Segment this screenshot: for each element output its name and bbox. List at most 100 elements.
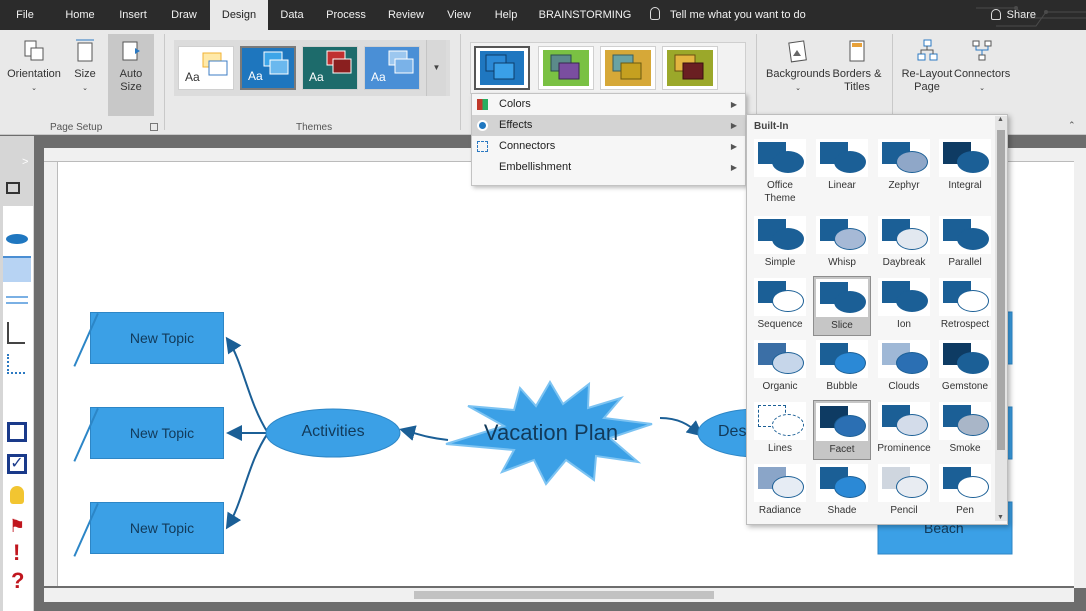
tab-help[interactable]: Help	[488, 0, 524, 30]
tab-file[interactable]: File	[8, 0, 42, 30]
stencil-oval-shape[interactable]	[6, 234, 28, 244]
theme-thumb-teal[interactable]: Aa	[302, 46, 358, 90]
menu-item-embellishment[interactable]: Embellishment ▶	[472, 157, 745, 178]
stencil-elbow-shape[interactable]	[7, 354, 25, 374]
shapes-panel: > ✓ ⚑ ! ?	[0, 136, 34, 611]
effect-option-radiance[interactable]: Radiance	[751, 462, 809, 522]
topic-box[interactable]: New Topic	[90, 502, 224, 554]
lightbulb-icon	[650, 7, 660, 20]
auto-size-button[interactable]: Auto Size	[108, 34, 154, 116]
stencil-lightbulb-icon[interactable]	[10, 486, 24, 504]
tab-review[interactable]: Review	[382, 0, 430, 30]
expand-chevron-icon[interactable]: >	[22, 156, 28, 168]
effect-option-prominence[interactable]: Prominence	[875, 400, 933, 460]
variant-thumb-green[interactable]	[538, 46, 594, 90]
stencil-exclamation-icon[interactable]: !	[13, 540, 20, 566]
stencil-question-icon[interactable]: ?	[11, 568, 24, 594]
scroll-thumb[interactable]	[414, 591, 714, 599]
size-button[interactable]: Size ⌄	[66, 38, 104, 95]
stencil-checkbox-icon[interactable]: ✓	[7, 454, 27, 474]
effect-preview-ellipse	[896, 228, 928, 250]
vertical-scrollbar[interactable]	[1074, 148, 1086, 588]
effect-option-shade[interactable]: Shade	[813, 462, 871, 522]
stencil-square-icon[interactable]	[7, 422, 27, 442]
stencil-flag-icon[interactable]: ⚑	[9, 516, 25, 537]
menu-item-connectors[interactable]: Connectors ▶	[472, 136, 745, 157]
effect-option-bubble[interactable]: Bubble	[813, 338, 871, 398]
backgrounds-icon	[788, 40, 807, 63]
effect-preview-icon	[878, 139, 930, 177]
effect-label: Lines	[768, 443, 792, 454]
scroll-down-icon[interactable]: ▼	[997, 514, 1004, 521]
connector-arrow[interactable]	[225, 432, 269, 530]
variant-thumb-blue[interactable]	[474, 46, 530, 90]
effect-option-daybreak[interactable]: Daybreak	[875, 214, 933, 274]
menu-item-effects[interactable]: Effects ▶	[472, 115, 745, 136]
tab-view[interactable]: View	[440, 0, 478, 30]
effect-label: Radiance	[758, 505, 802, 516]
connector-arrow[interactable]	[399, 425, 449, 441]
menu-item-colors[interactable]: Colors ▶	[472, 94, 745, 115]
theme-thumb-light-blue[interactable]: Aa	[364, 46, 420, 90]
effect-option-pen[interactable]: Pen	[936, 462, 994, 522]
collapse-ribbon-icon[interactable]: ⌃	[1068, 120, 1076, 131]
tab-design[interactable]: Design	[210, 0, 268, 30]
effect-option-sequence[interactable]: Sequence	[751, 276, 809, 336]
backgrounds-button[interactable]: Backgrounds ⌄	[766, 38, 830, 95]
effect-preview-ellipse	[896, 476, 928, 498]
effects-scrollbar[interactable]: ▲ ▼	[995, 116, 1007, 521]
effect-option-facet[interactable]: Facet	[813, 400, 871, 460]
connector-arrow[interactable]	[659, 417, 704, 437]
scroll-up-icon[interactable]: ▲	[997, 116, 1004, 123]
tab-brainstorming[interactable]: BRAINSTORMING	[536, 0, 634, 30]
horizontal-scrollbar[interactable]	[44, 588, 1074, 602]
separator	[460, 34, 461, 130]
tab-data[interactable]: Data	[274, 0, 310, 30]
tab-draw[interactable]: Draw	[164, 0, 204, 30]
effect-option-integral[interactable]: Integral	[936, 137, 994, 211]
effect-option-organic[interactable]: Organic	[751, 338, 809, 398]
dialog-launcher-icon[interactable]	[150, 123, 158, 131]
effect-option-simple[interactable]: Simple	[751, 214, 809, 274]
effect-option-zephyr[interactable]: Zephyr	[875, 137, 933, 211]
topic-label: New Topic	[129, 425, 195, 441]
topic-box[interactable]: New Topic	[90, 312, 224, 364]
tab-home[interactable]: Home	[58, 0, 102, 30]
effect-option-whisp[interactable]: Whisp	[813, 214, 871, 274]
stencil-lines-shape[interactable]	[6, 296, 28, 304]
scroll-thumb[interactable]	[997, 130, 1005, 450]
themes-group-label: Themes	[296, 122, 333, 133]
tab-process[interactable]: Process	[320, 0, 372, 30]
topic-box[interactable]: New Topic	[90, 407, 224, 459]
shapes-icon[interactable]	[6, 182, 20, 194]
effect-option-gemstone[interactable]: Gemstone	[936, 338, 994, 398]
effect-option-smoke[interactable]: Smoke	[936, 400, 994, 460]
effect-option-office-theme[interactable]: Office Theme	[751, 137, 809, 211]
theme-preview-icon: Aa	[371, 50, 414, 84]
effect-option-lines[interactable]: Lines	[751, 400, 809, 460]
effect-preview-ellipse	[896, 414, 928, 436]
effect-label: Slice	[831, 320, 853, 331]
effect-preview-icon	[754, 464, 806, 502]
stencil-connector-shape[interactable]	[7, 322, 25, 344]
gallery-more-button[interactable]: ▼	[426, 40, 446, 96]
theme-thumb-office[interactable]: Aa	[178, 46, 234, 90]
effect-option-clouds[interactable]: Clouds	[875, 338, 933, 398]
tell-me-search[interactable]: Tell me what you want to do	[650, 0, 806, 30]
variant-thumb-olive[interactable]	[662, 46, 718, 90]
effect-option-retrospect[interactable]: Retrospect	[936, 276, 994, 336]
effect-option-parallel[interactable]: Parallel	[936, 214, 994, 274]
connectors-button[interactable]: Connectors ⌄	[954, 38, 1010, 95]
tab-insert[interactable]: Insert	[112, 0, 154, 30]
theme-thumb-blue[interactable]: Aa	[240, 46, 296, 90]
stencil-line-shape[interactable]	[3, 256, 31, 282]
relayout-page-button[interactable]: Re-Layout Page	[898, 38, 956, 94]
effect-option-linear[interactable]: Linear	[813, 137, 871, 211]
effect-option-slice[interactable]: Slice	[813, 276, 871, 336]
connector-arrow[interactable]	[225, 336, 269, 434]
effect-option-ion[interactable]: Ion	[875, 276, 933, 336]
effect-option-pencil[interactable]: Pencil	[875, 462, 933, 522]
borders-titles-button[interactable]: Borders & Titles	[830, 38, 884, 94]
variant-thumb-gold[interactable]	[600, 46, 656, 90]
orientation-button[interactable]: Orientation ⌄	[6, 38, 62, 95]
